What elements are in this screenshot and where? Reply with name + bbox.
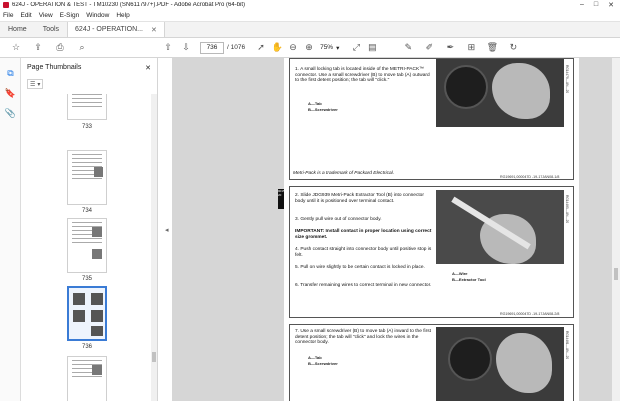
search-icon[interactable]: ⌕ — [74, 40, 90, 56]
step-3-text: 3. Gently pull wire out of connector bod… — [295, 217, 382, 222]
document-viewport[interactable]: 1. A small locking tab is located inside… — [172, 58, 612, 401]
legend-screwdriver: B—Screwdriver — [308, 107, 338, 112]
pdf-page: 1. A small locking tab is located inside… — [278, 58, 579, 401]
document-scrollbar[interactable] — [612, 58, 620, 401]
thumbnails-panel: Page Thumbnails ✕ ☰ ▾ 733 734 735 736 — [21, 58, 158, 401]
maximize-button[interactable]: □ — [594, 1, 598, 9]
document-scrollbar-thumb[interactable] — [614, 268, 618, 280]
close-window-button[interactable]: ✕ — [608, 1, 614, 9]
thumbnail-scrollbar-thumb[interactable] — [152, 352, 156, 362]
connector-photo-2 — [436, 327, 564, 401]
page-thumbnails-icon[interactable]: ⧉ — [0, 63, 21, 83]
window-title: 624J - OPERATION & TEST - TM10230 (SN611… — [12, 2, 246, 8]
star-icon[interactable]: ☆ — [8, 40, 24, 56]
menu-window[interactable]: Window — [86, 12, 109, 19]
menu-view[interactable]: View — [39, 12, 53, 19]
delete-icon[interactable]: 🗑 — [484, 40, 500, 56]
step-5-text: 5. Pull on wire slightly to be certain c… — [295, 265, 425, 270]
thumbnail-options-button[interactable]: ☰ ▾ — [27, 79, 44, 89]
page-total: / 1076 — [227, 44, 246, 51]
menu-file[interactable]: File — [3, 12, 13, 19]
trademark-note: Metri-Pack is a trademark of Packard Ele… — [293, 171, 395, 176]
zoom-out-icon[interactable]: ⊖ — [285, 40, 301, 56]
figure-code: RG14480—UN—20 — [565, 195, 569, 224]
comment-icon[interactable]: ✎ — [400, 40, 416, 56]
minimize-button[interactable]: – — [580, 1, 584, 9]
connector-photo-1 — [436, 59, 564, 127]
close-tab-icon[interactable]: ✕ — [151, 26, 157, 34]
procedure-box-3: 7. Use a small screwdriver (B) to move t… — [289, 324, 574, 401]
acrobat-app-icon — [3, 2, 9, 8]
step-7-text: 7. Use a small screwdriver (B) to move t… — [295, 329, 431, 346]
thumbnail-label: 734 — [81, 208, 92, 214]
title-bar: 624J - OPERATION & TEST - TM10230 (SN611… — [0, 0, 620, 10]
tab-document-label: 624J - OPERATION... — [75, 26, 143, 33]
box2-footer-code: RG19691,000047D -19-17JAN08-2/8 — [500, 312, 560, 316]
attachment-icon[interactable]: 📎 — [0, 103, 21, 123]
list-icon: ☰ — [30, 81, 36, 88]
menu-esign[interactable]: E-Sign — [60, 12, 80, 19]
print-icon[interactable]: ⎙ — [52, 40, 68, 56]
menu-help[interactable]: Help — [116, 12, 129, 19]
left-rail: ⧉ 🔖 📎 — [0, 58, 21, 401]
step-4-text: 4. Push contact straight into connector … — [295, 247, 432, 258]
tab-tools[interactable]: Tools — [35, 22, 67, 37]
thumbnail-page-selected[interactable] — [67, 286, 107, 341]
upload-icon[interactable]: ⇪ — [30, 40, 46, 56]
figure-code: RG14481—UN—20 — [565, 331, 569, 360]
step-2-text: 2. Slide JDG939 Metri-Pack Extractor Too… — [295, 193, 424, 204]
scroll-mode-icon[interactable]: ▤ — [364, 40, 380, 56]
chevron-down-icon: ▾ — [37, 81, 41, 88]
section-tag: 9015 20 — [278, 189, 285, 197]
rotate-icon[interactable]: ↻ — [505, 40, 521, 56]
prev-page-icon[interactable]: ⇧ — [160, 40, 176, 56]
legend-screwdriver: B—Screwdriver — [308, 361, 338, 366]
select-cursor-icon[interactable]: ➚ — [253, 40, 269, 56]
zoom-value: 75% — [320, 44, 334, 51]
zoom-in-icon[interactable]: ⊕ — [301, 40, 317, 56]
thumbnail-page[interactable] — [67, 356, 107, 401]
highlight-icon[interactable]: ✐ — [421, 40, 437, 56]
stamp-icon[interactable]: ⊞ — [463, 40, 479, 56]
menu-edit[interactable]: Edit — [20, 12, 31, 19]
tab-bar: Home Tools 624J - OPERATION... ✕ — [0, 22, 620, 38]
thumbnail-label: 733 — [81, 124, 92, 130]
extractor-tool-photo — [436, 190, 564, 264]
thumbnail-page[interactable] — [67, 150, 107, 205]
toolbar: ☆ ⇪ ⎙ ⌕ ⇧ ⇩ 736 / 1076 ➚ ✋ ⊖ ⊕ 75% ▾ ⤢ ▤… — [0, 38, 620, 58]
legend-extractor-tool: B—Extractor Tool — [452, 277, 486, 282]
thumbnail-label: 735 — [81, 276, 92, 282]
close-panel-icon[interactable]: ✕ — [145, 64, 151, 72]
fit-page-icon[interactable]: ⤢ — [348, 40, 364, 56]
figure-code: RG14479—UN—20 — [565, 65, 569, 94]
thumbnail-label: 736 — [81, 344, 92, 350]
step-6-text: 6. Transfer remaining wires to correct t… — [295, 283, 432, 288]
tab-home[interactable]: Home — [0, 22, 35, 37]
bookmark-icon[interactable]: 🔖 — [0, 83, 21, 103]
tab-document[interactable]: 624J - OPERATION... ✕ — [67, 22, 165, 37]
panel-title: Page Thumbnails — [27, 64, 82, 71]
legend-tab: A—Tab — [308, 355, 322, 360]
menu-bar: File Edit View E-Sign Window Help — [0, 10, 620, 22]
sign-icon[interactable]: ✒ — [442, 40, 458, 56]
hand-tool-icon[interactable]: ✋ — [269, 40, 285, 56]
thumbnail-page[interactable] — [67, 94, 107, 120]
chevron-down-icon: ▾ — [336, 44, 340, 52]
zoom-select[interactable]: 75% ▾ — [320, 44, 339, 52]
legend-tab: A—Tab — [308, 101, 322, 106]
box1-footer-code: RG19691,000047D -19-17JAN08-1/8 — [500, 175, 560, 179]
important-note: IMPORTANT: Install contact in proper loc… — [295, 229, 432, 240]
thumbnail-list: 733 734 735 736 — [21, 94, 151, 401]
collapse-panel-icon[interactable]: ◂ — [165, 226, 169, 234]
next-page-icon[interactable]: ⇩ — [178, 40, 194, 56]
procedure-box-2: 9015 20 2. Slide JDG939 Metri-Pack Extra… — [278, 186, 574, 318]
page-number-input[interactable]: 736 — [200, 41, 224, 54]
thumbnail-page[interactable] — [67, 218, 107, 273]
thumbnail-scrollbar[interactable] — [151, 94, 157, 401]
legend-wire: A—Wire — [452, 271, 468, 276]
procedure-box-1: 1. A small locking tab is located inside… — [289, 58, 574, 180]
step-1-text: 1. A small locking tab is located inside… — [295, 67, 430, 84]
